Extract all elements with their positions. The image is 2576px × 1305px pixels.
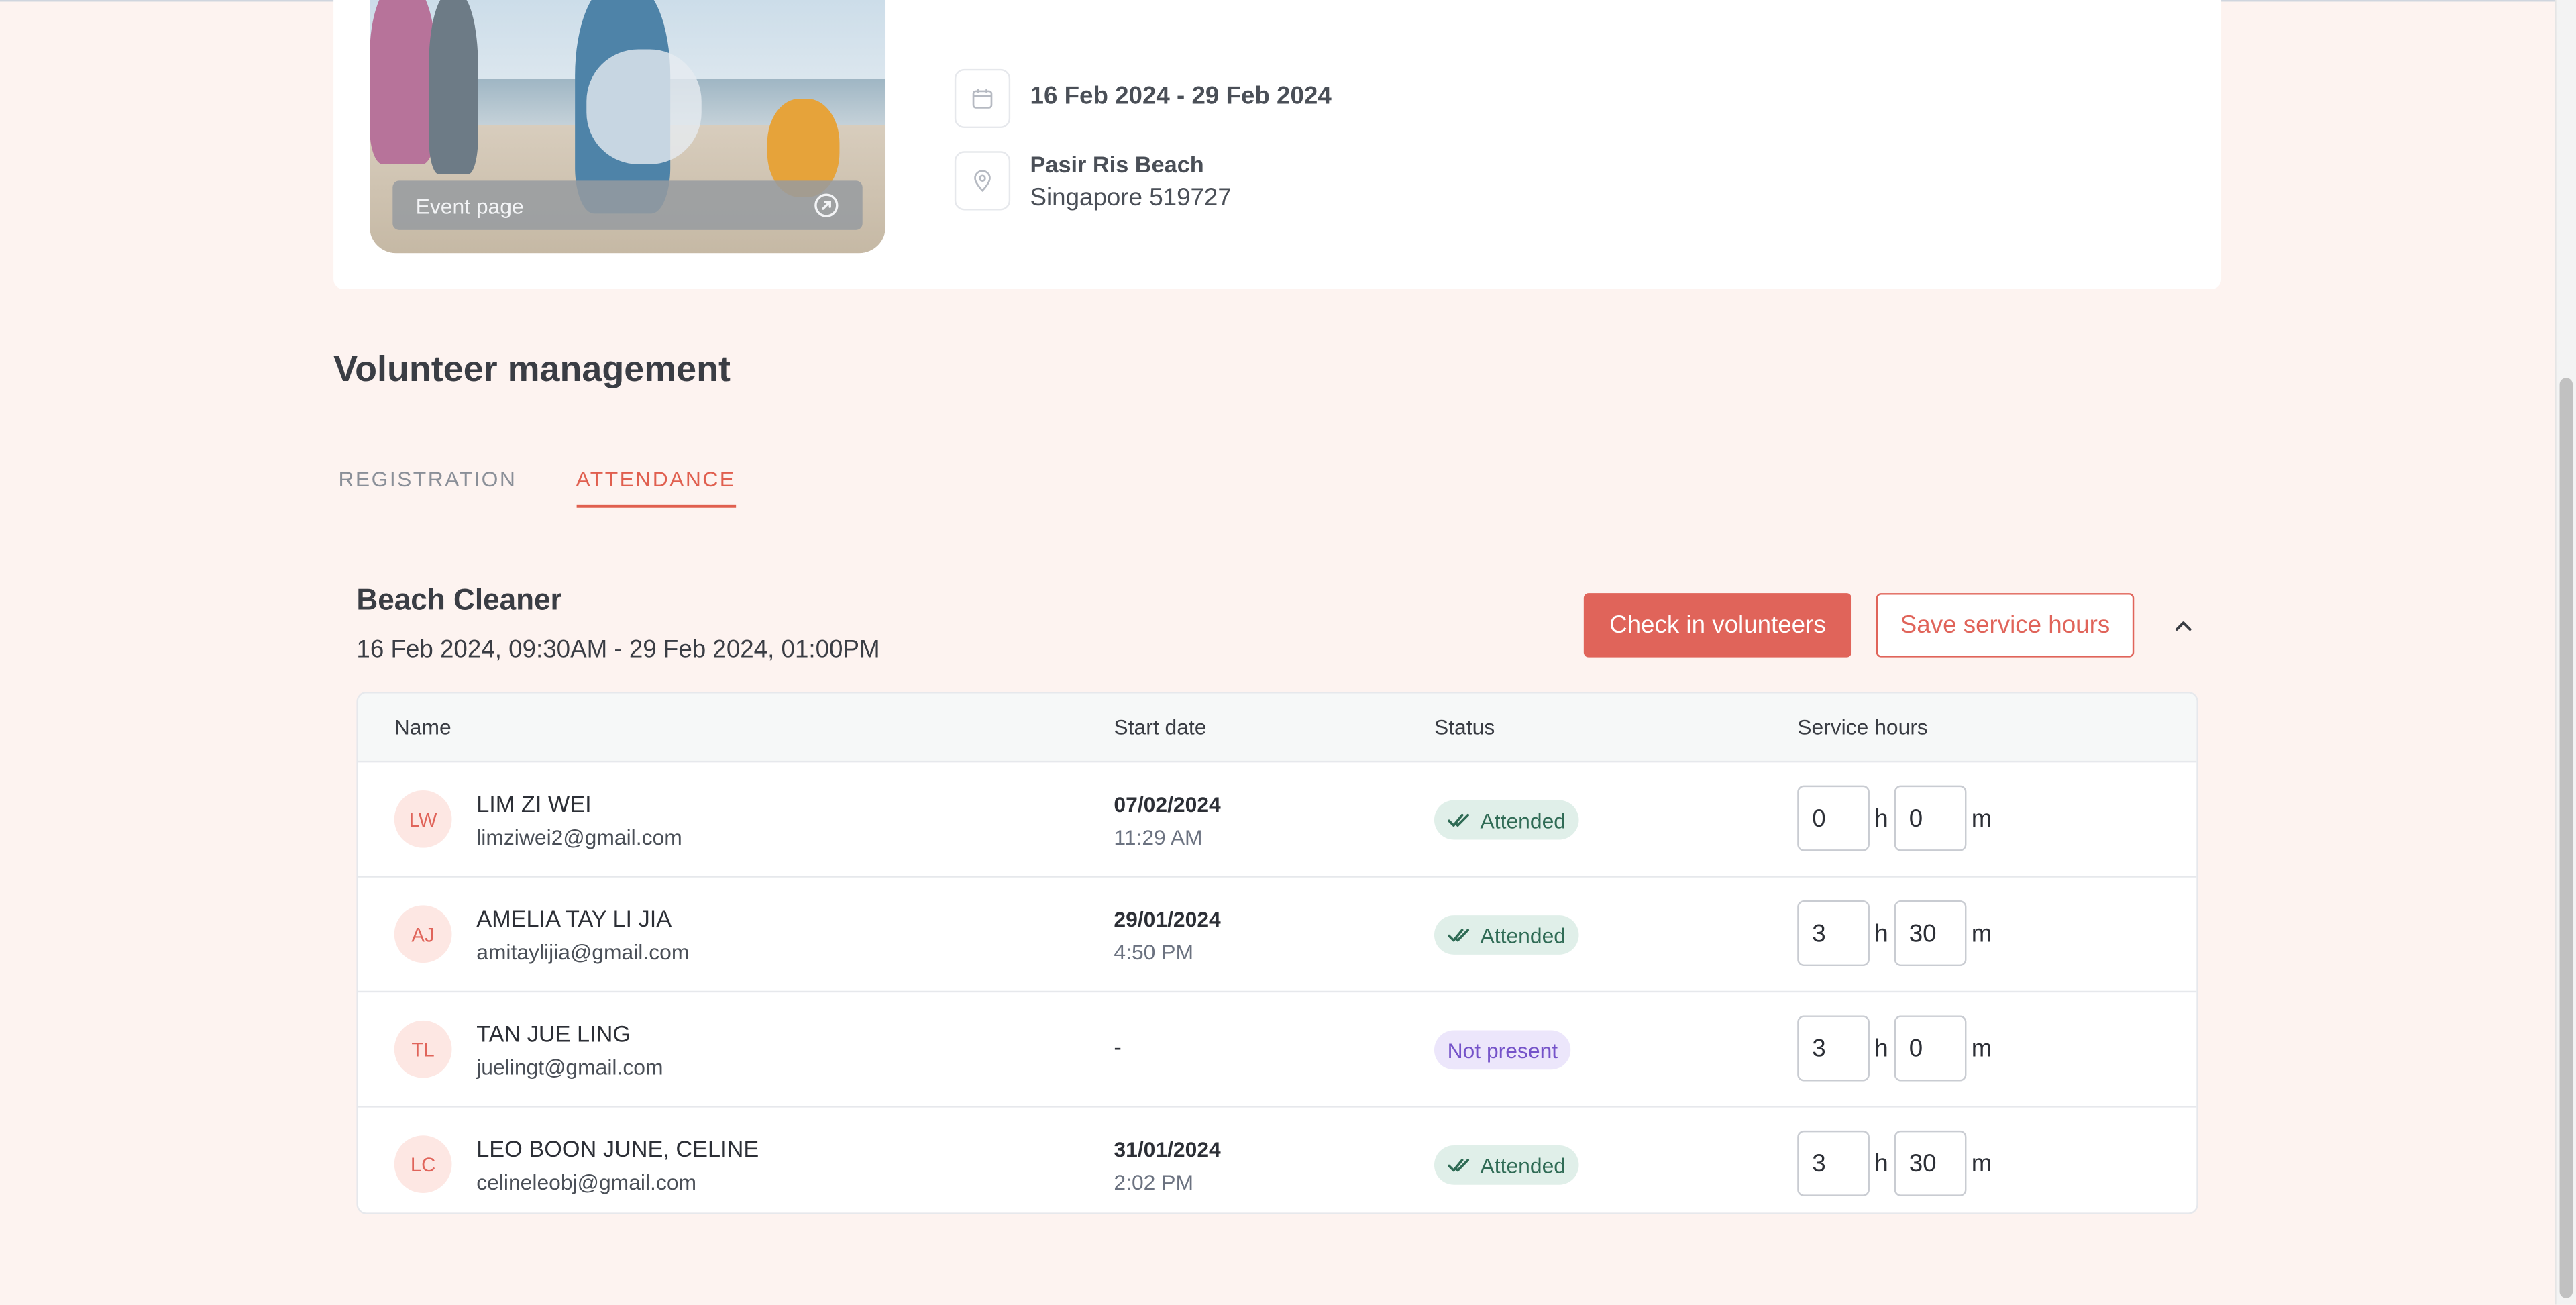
check-in-volunteers-button[interactable]: Check in volunteers [1583, 593, 1852, 658]
hours-input[interactable] [1797, 900, 1870, 967]
tab-bar: REGISTRATION ATTENDANCE [338, 467, 736, 508]
event-page-label: Event page [415, 193, 524, 218]
volunteer-email: amitaylijia@gmail.com [476, 939, 690, 965]
status-badge: Attended [1434, 800, 1579, 840]
start-date: 31/01/2024 [1114, 1137, 1221, 1162]
hours-unit: h [1874, 805, 1888, 833]
avatar: TL [394, 1020, 452, 1078]
minutes-unit: m [1971, 920, 1992, 949]
section-title: Volunteer management [333, 348, 731, 390]
header-start-date: Start date [1114, 715, 1207, 740]
status-label: Attended [1480, 807, 1566, 833]
status-label: Attended [1480, 923, 1566, 947]
attendance-table: Name Start date Status Service hours LW … [356, 692, 2198, 1214]
status-label: Attended [1480, 1152, 1566, 1178]
minutes-unit: m [1971, 1150, 1992, 1178]
hours-input[interactable] [1797, 1015, 1870, 1082]
external-link-icon [814, 193, 839, 217]
minutes-unit: m [1971, 805, 1992, 833]
volunteer-email: limziwei2@gmail.com [476, 825, 682, 850]
save-service-hours-button[interactable]: Save service hours [1876, 593, 2135, 658]
volunteer-name: TAN JUE LING [476, 1020, 631, 1047]
location-name: Pasir Ris Beach [1030, 151, 1204, 178]
vertical-scrollbar[interactable] [2555, 0, 2576, 1305]
status-badge: Attended [1434, 1145, 1579, 1185]
avatar: LW [394, 790, 452, 848]
tab-registration[interactable]: REGISTRATION [338, 467, 517, 508]
minutes-input[interactable] [1894, 900, 1967, 967]
volunteer-name: AMELIA TAY LI JIA [476, 905, 672, 932]
start-date: 07/02/2024 [1114, 792, 1221, 817]
event-page-link[interactable]: Event page [392, 180, 863, 230]
table-row: LC LEO BOON JUNE, CELINE celineleobj@gma… [358, 1108, 2196, 1213]
event-photo: Event page [370, 0, 886, 254]
tab-attendance[interactable]: ATTENDANCE [576, 467, 736, 508]
photo-person [370, 0, 435, 164]
table-header: Name Start date Status Service hours [358, 693, 2197, 763]
event-date-range: 16 Feb 2024 - 29 Feb 2024 [1030, 82, 1332, 111]
status-badge: Attended [1434, 915, 1579, 955]
event-location-row: Pasir Ris Beach Singapore 519727 [954, 151, 1232, 212]
header-status: Status [1434, 715, 1495, 740]
start-time: 4:50 PM [1114, 939, 1194, 965]
table-row: AJ AMELIA TAY LI JIA amitaylijia@gmail.c… [358, 878, 2197, 993]
minutes-input[interactable] [1894, 1015, 1967, 1082]
start-date: 29/01/2024 [1114, 906, 1221, 932]
avatar: LC [394, 1135, 452, 1193]
photo-person [429, 0, 478, 174]
location-address: Singapore 519727 [1030, 184, 1232, 212]
shift-time: 16 Feb 2024, 09:30AM - 29 Feb 2024, 01:0… [356, 635, 880, 664]
hours-unit: h [1874, 1035, 1888, 1063]
header-name: Name [394, 715, 451, 740]
scrollbar-thumb[interactable] [2559, 378, 2573, 1298]
start-date-empty: - [1114, 1033, 1122, 1060]
start-time: 11:29 AM [1114, 825, 1203, 850]
calendar-icon-box [954, 68, 1011, 129]
shift-title: Beach Cleaner [356, 583, 562, 617]
hours-input[interactable] [1797, 785, 1870, 851]
header-service-hours: Service hours [1797, 715, 1928, 740]
photo-trash-bag [586, 49, 702, 164]
location-icon-box [954, 151, 1011, 211]
double-check-icon [1448, 1159, 1470, 1172]
status-badge: Not present [1434, 1030, 1571, 1070]
volunteer-email: juelingt@gmail.com [476, 1055, 663, 1080]
event-date-row: 16 Feb 2024 - 29 Feb 2024 [954, 68, 1332, 129]
minutes-unit: m [1971, 1035, 1992, 1063]
minutes-input[interactable] [1894, 1130, 1967, 1196]
calendar-icon [972, 89, 993, 109]
event-summary-card: Event page 16 Feb 2024 - 29 Feb 2024 Pas… [333, 0, 2222, 290]
volunteer-name: LIM ZI WEI [476, 790, 592, 817]
volunteer-email: celineleobj@gmail.com [476, 1169, 697, 1195]
start-time: 2:02 PM [1114, 1169, 1194, 1195]
page-root: Event page 16 Feb 2024 - 29 Feb 2024 Pas… [0, 0, 2576, 1305]
avatar: AJ [394, 905, 452, 963]
double-check-icon [1448, 929, 1470, 942]
table-row: LW LIM ZI WEI limziwei2@gmail.com 07/02/… [358, 762, 2197, 878]
hours-unit: h [1874, 920, 1888, 949]
volunteer-name: LEO BOON JUNE, CELINE [476, 1135, 759, 1162]
double-check-icon [1448, 813, 1470, 827]
map-pin-icon [974, 170, 991, 193]
table-row: TL TAN JUE LING juelingt@gmail.com - Not… [358, 992, 2197, 1108]
minutes-input[interactable] [1894, 785, 1967, 851]
hours-input[interactable] [1797, 1130, 1870, 1196]
status-label: Not present [1447, 1037, 1558, 1063]
chevron-up-icon[interactable] [2169, 611, 2198, 641]
hours-unit: h [1874, 1150, 1888, 1178]
